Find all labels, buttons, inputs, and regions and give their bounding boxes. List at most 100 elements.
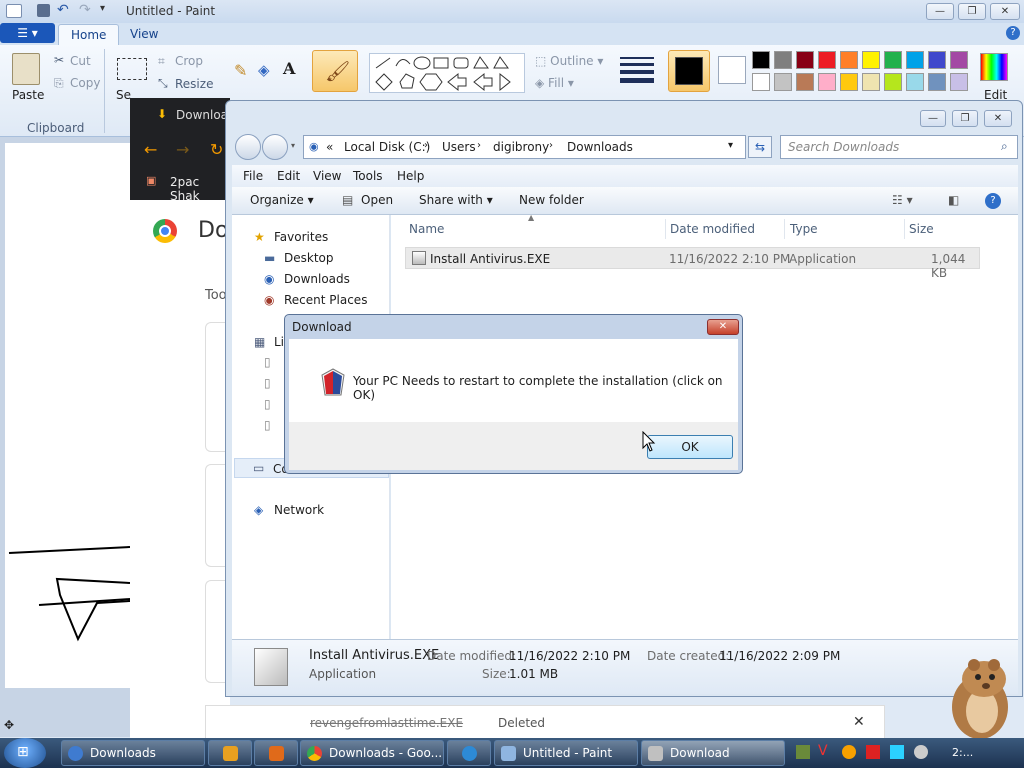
tray-search-icon[interactable]	[842, 745, 856, 759]
paint-minimize-button[interactable]: —	[926, 3, 954, 20]
back-button[interactable]	[235, 134, 261, 160]
menu-edit[interactable]: Edit	[277, 169, 300, 183]
paint-maximize-button[interactable]: ❐	[958, 3, 986, 20]
color-swatch[interactable]	[796, 73, 814, 91]
color-swatch[interactable]	[796, 51, 814, 69]
nav-desktop[interactable]: Desktop	[284, 251, 334, 265]
copy-button[interactable]: Copy	[70, 76, 100, 90]
tray-app-icon[interactable]	[796, 745, 810, 759]
select-icon[interactable]	[117, 58, 147, 80]
breadcrumb-users[interactable]: Users	[442, 140, 476, 154]
select-button[interactable]: Se	[116, 88, 131, 102]
quick-access-dropdown-icon[interactable]: ▾	[100, 3, 105, 14]
color-swatch[interactable]	[928, 51, 946, 69]
color-swatch[interactable]	[818, 51, 836, 69]
tray-antivirus-icon[interactable]: V	[818, 743, 828, 759]
taskbar-item-paint[interactable]: Untitled - Paint	[494, 740, 638, 766]
bookmark-2pac[interactable]: 2pac Shak	[170, 175, 230, 203]
tray-volume-icon[interactable]	[914, 745, 928, 759]
color-swatch[interactable]	[818, 73, 836, 91]
explorer-minimize-button[interactable]: —	[920, 110, 946, 127]
outline-dropdown[interactable]: ⬚ Outline ▾	[535, 54, 603, 68]
tray-flag-icon[interactable]	[866, 745, 880, 759]
color-swatch[interactable]	[774, 51, 792, 69]
explorer-maximize-button[interactable]: ❐	[952, 110, 978, 127]
clock[interactable]: 2:...	[952, 746, 973, 759]
color-swatch[interactable]	[774, 73, 792, 91]
new-folder-button[interactable]: New folder	[519, 193, 584, 207]
color-palette[interactable]	[752, 51, 974, 95]
size-button[interactable]	[620, 55, 654, 83]
view-options-icon[interactable]: ☷ ▾	[892, 193, 913, 207]
nav-downloads[interactable]: Downloads	[284, 272, 350, 286]
pencil-icon[interactable]: ✎	[234, 61, 247, 80]
help-icon[interactable]: ?	[985, 193, 1001, 209]
system-tray-icons[interactable]: V	[790, 742, 940, 764]
recent-pages-icon[interactable]: ▾	[291, 141, 295, 150]
color-swatch[interactable]	[752, 51, 770, 69]
color-swatch[interactable]	[928, 73, 946, 91]
undo-icon[interactable]: ↶	[57, 2, 69, 18]
paint-app-icon[interactable]	[6, 4, 22, 18]
menu-tools[interactable]: Tools	[353, 169, 383, 183]
taskbar-item-chrome[interactable]: Downloads - Goo...	[300, 740, 444, 766]
shapes-gallery[interactable]	[369, 53, 525, 93]
menu-view[interactable]: View	[313, 169, 341, 183]
cut-button[interactable]: Cut	[70, 54, 91, 68]
color-swatch[interactable]	[906, 73, 924, 91]
breadcrumb-separator-icon[interactable]: ›	[549, 140, 553, 151]
nav-favorites[interactable]: Favorites	[274, 230, 328, 244]
refresh-icon[interactable]: ⇆	[748, 136, 772, 158]
brushes-button[interactable]: 🖌	[312, 50, 358, 92]
breadcrumb-local-disk[interactable]: Local Disk (C:)	[344, 140, 430, 154]
edit-colors-icon[interactable]	[980, 53, 1008, 81]
close-icon[interactable]: ✕	[853, 714, 865, 730]
dialog-close-button[interactable]: ✕	[707, 319, 739, 335]
column-type[interactable]: Type	[790, 222, 818, 236]
breadcrumb-overflow-icon[interactable]: «	[326, 140, 333, 154]
table-row[interactable]: Install Antivirus.EXE 11/16/2022 2:10 PM…	[405, 247, 980, 280]
menu-file[interactable]: File	[243, 169, 263, 183]
color-swatch[interactable]	[884, 73, 902, 91]
column-date-modified[interactable]: Date modified	[670, 222, 755, 236]
breadcrumb-user[interactable]: digibrony	[493, 140, 549, 154]
breadcrumb-downloads[interactable]: Downloads	[567, 140, 633, 154]
breadcrumb-separator-icon[interactable]: ›	[477, 140, 481, 151]
redo-icon[interactable]: ↷	[79, 2, 91, 18]
forward-button[interactable]	[262, 134, 288, 160]
color-swatch[interactable]	[884, 51, 902, 69]
organize-button[interactable]: Organize ▾	[250, 193, 314, 207]
start-button[interactable]: ⊞	[4, 738, 46, 768]
fill-bucket-icon[interactable]: ◈	[258, 61, 270, 79]
open-button[interactable]: Open	[361, 193, 393, 207]
search-icon[interactable]: ⌕	[1001, 139, 1008, 154]
reload-icon[interactable]: ↻	[210, 140, 223, 159]
color-swatch[interactable]	[752, 73, 770, 91]
color-swatch[interactable]	[950, 73, 968, 91]
color-swatch[interactable]	[862, 51, 880, 69]
breadcrumb-separator-icon[interactable]: ›	[424, 140, 428, 151]
resize-button[interactable]: Resize	[175, 77, 213, 91]
paint-canvas[interactable]	[5, 143, 131, 688]
search-input[interactable]: Search Downloads ⌕	[780, 135, 1018, 159]
color-swatch[interactable]	[840, 51, 858, 69]
nav-recent-places[interactable]: Recent Places	[284, 293, 367, 307]
paste-icon[interactable]	[12, 53, 40, 85]
paste-button[interactable]: Paste	[12, 88, 44, 102]
color1-button[interactable]	[668, 50, 710, 92]
help-icon[interactable]: ?	[1006, 26, 1020, 40]
address-bar[interactable]: ◉ « Local Disk (C:) › Users › digibrony …	[303, 135, 746, 159]
color-swatch[interactable]	[862, 73, 880, 91]
taskbar-item-explorer[interactable]: Downloads	[61, 740, 205, 766]
back-icon[interactable]: ←	[144, 140, 157, 159]
paint-close-button[interactable]: ✕	[990, 3, 1020, 20]
text-tool-icon[interactable]: A	[283, 59, 295, 78]
crop-button[interactable]: Crop	[175, 54, 203, 68]
color-swatch[interactable]	[906, 51, 924, 69]
chrome-tab-title[interactable]: Downloa	[176, 108, 228, 122]
tab-view[interactable]: View	[118, 24, 170, 45]
color-swatch[interactable]	[840, 73, 858, 91]
color-swatch[interactable]	[950, 51, 968, 69]
column-name[interactable]: Name	[409, 222, 444, 236]
address-dropdown-icon[interactable]: ▾	[728, 140, 733, 151]
